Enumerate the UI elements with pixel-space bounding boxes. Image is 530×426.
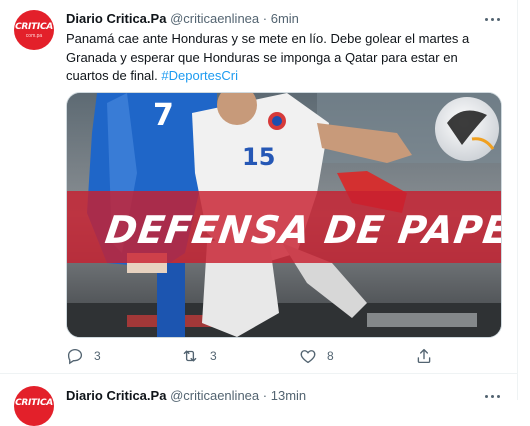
more-horizontal-icon[interactable] [482,11,502,27]
author-handle[interactable]: @criticaenlinea [170,388,259,403]
avatar-logo-text: CRITICA [15,22,53,32]
heart-icon [300,350,316,364]
like-count: 8 [327,349,334,363]
avatar[interactable]: CRITICA com.pa [14,10,54,50]
tweet-body: Panamá cae ante Honduras y se mete en lí… [66,31,470,83]
tweet[interactable]: CRITICA com.pa Diario Critica.Pa @critic… [0,0,518,374]
avatar-logo-subtext: com.pa [25,33,43,39]
tweet-timestamp[interactable]: 6min [271,11,299,26]
player-number-7: 7 [153,98,174,133]
tweet-actions: 3 3 8 [66,346,506,366]
header-separator: · [262,388,268,403]
tweet-timestamp[interactable]: 13min [271,388,306,403]
hashtag-link[interactable]: #DeportesCri [161,68,238,83]
reply-count: 3 [94,349,101,363]
media-overlay-text: DEFENSA DE PAPEL [103,209,501,253]
author-handle[interactable]: @criticaenlinea [170,11,259,26]
header-separator: · [262,11,268,26]
like-button[interactable]: 8 [299,346,334,366]
tweet-header: Diario Critica.Pa @criticaenlinea · 13mi… [66,388,306,404]
retweet-icon [183,350,197,362]
retweet-button[interactable]: 3 [180,346,217,366]
media-illustration: 7 15 DEFENSA DE PAPEL [67,93,501,337]
tweet-text: Panamá cae ante Honduras y se mete en lí… [66,30,502,86]
share-button[interactable] [415,346,433,366]
tweet[interactable]: CRITICA Diario Critica.Pa @criticaenline… [0,374,518,426]
reply-bubble-icon [67,348,83,365]
author-name[interactable]: Diario Critica.Pa [66,11,166,26]
more-horizontal-icon[interactable] [482,388,502,404]
author-name[interactable]: Diario Critica.Pa [66,388,166,403]
share-upload-icon [417,348,431,364]
retweet-count: 3 [210,349,217,363]
tweet-header: Diario Critica.Pa @criticaenlinea · 6min [66,11,299,27]
reply-button[interactable]: 3 [66,346,101,366]
player-number-15: 15 [242,143,275,171]
avatar[interactable]: CRITICA [14,386,54,426]
tweet-media-image[interactable]: 7 15 DEFENSA DE PAPEL [66,92,502,338]
